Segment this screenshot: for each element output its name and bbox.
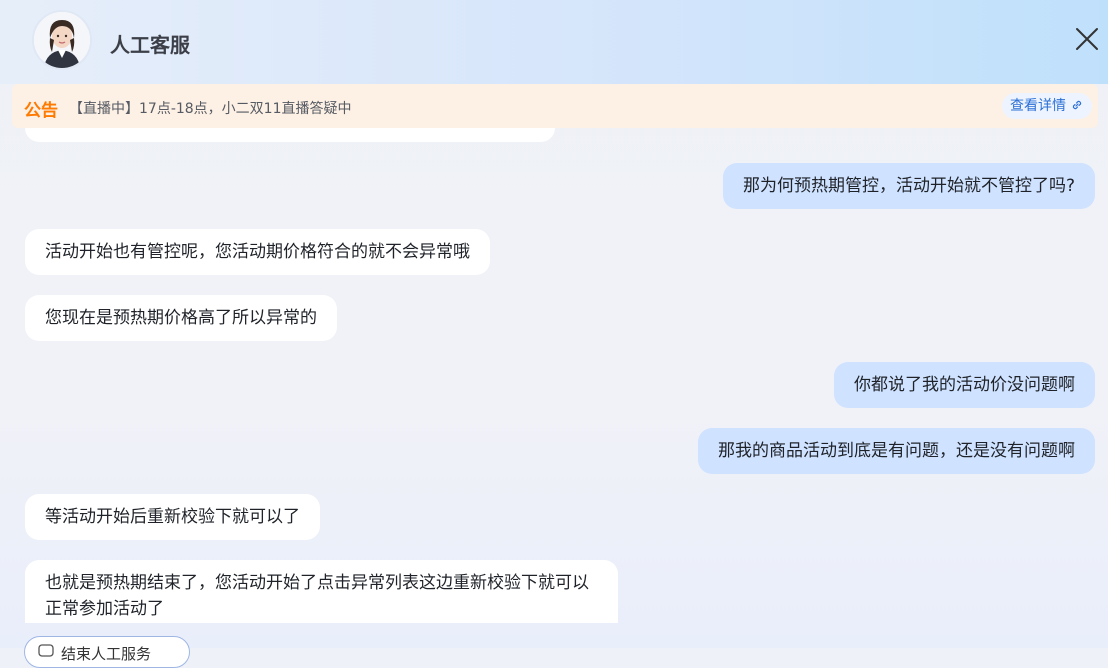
- end-service-chip[interactable]: 结束人工服务: [24, 636, 190, 668]
- message-bubble-agent: 也就是预热期结束了，您活动开始了点击异常列表这边重新校验下就可以正常参加活动了: [25, 560, 618, 623]
- message-bubble-user: 那我的商品活动到底是有问题，还是没有问题啊: [698, 428, 1095, 474]
- message-bubble-user: 你都说了我的活动价没问题啊: [834, 362, 1095, 408]
- message-bubble-agent: 等活动开始后重新校验下就可以了: [25, 494, 320, 540]
- message-text: 也就是预热期结束了，您活动开始了点击异常列表这边重新校验下就可以正常参加活动了: [45, 573, 589, 619]
- message-bubble-agent: 您现在是预热期价格高了所以异常的: [25, 295, 337, 341]
- partial-message-bubble: [25, 128, 555, 142]
- view-details-label: 查看详情: [1010, 98, 1066, 114]
- chat-header: 人工客服: [0, 0, 1108, 84]
- message-bubble-agent: 活动开始也有管控呢，您活动期价格符合的就不会异常哦: [25, 229, 490, 275]
- link-icon: [1072, 100, 1082, 110]
- chat-icon: [38, 644, 54, 657]
- message-bubble-user: 那为何预热期管控，活动开始就不管控了吗?: [722, 163, 1095, 209]
- announcement-label: 公告: [24, 101, 58, 121]
- message-text: 你都说了我的活动价没问题啊: [854, 375, 1075, 395]
- announcement-bar: 公告 【直播中】17点-18点，小二双11直播答疑中 查看详情: [12, 84, 1098, 128]
- announcement-text: 【直播中】17点-18点，小二双11直播答疑中: [69, 101, 352, 117]
- end-service-label: 结束人工服务: [61, 645, 152, 663]
- chat-message-list[interactable]: 那为何预热期管控，活动开始就不管控了吗? 活动开始也有管控呢，您活动期价格符合的…: [0, 128, 1108, 623]
- message-text: 等活动开始后重新校验下就可以了: [45, 507, 300, 527]
- message-text: 您现在是预热期价格高了所以异常的: [45, 308, 317, 328]
- close-icon: [1076, 28, 1098, 50]
- message-text: 活动开始也有管控呢，您活动期价格符合的就不会异常哦: [45, 242, 470, 262]
- close-button[interactable]: [1073, 25, 1101, 53]
- message-text: 那我的商品活动到底是有问题，还是没有问题啊: [718, 441, 1075, 461]
- view-details-link[interactable]: 查看详情: [1002, 93, 1092, 119]
- chat-title: 人工客服: [110, 33, 190, 57]
- agent-avatar: [32, 10, 92, 70]
- message-text: 那为何预热期管控，活动开始就不管控了吗?: [742, 176, 1075, 196]
